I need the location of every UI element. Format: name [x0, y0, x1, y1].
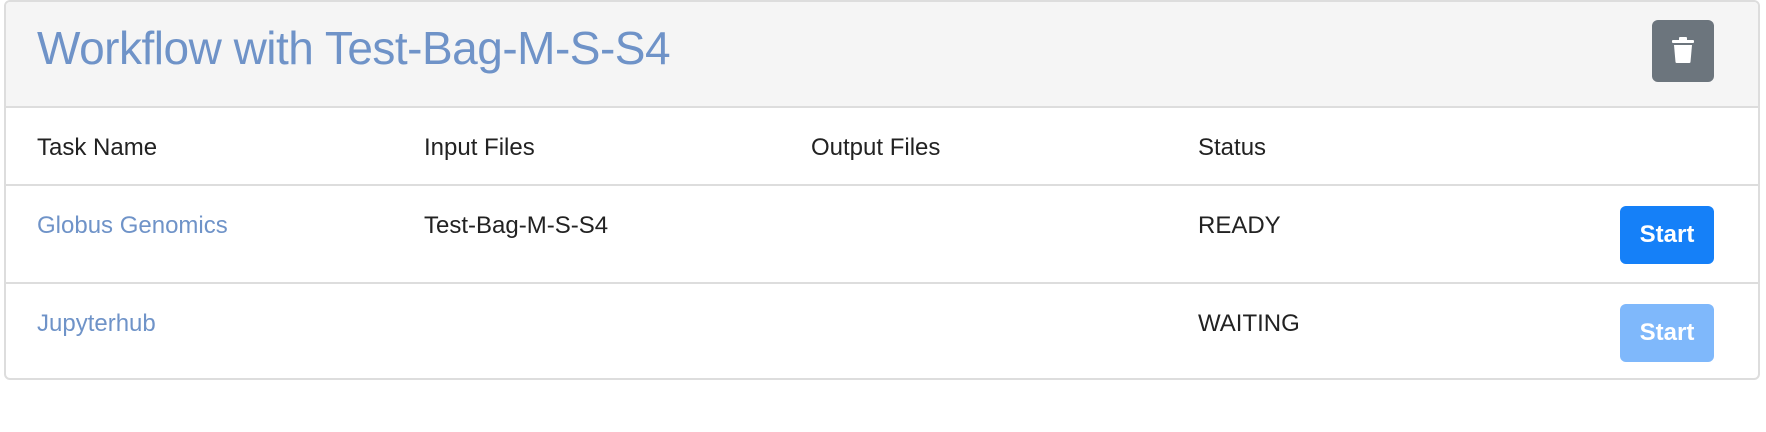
table-row: Globus Genomics Test-Bag-M-S-S4 READY St…: [6, 186, 1758, 284]
task-name-link[interactable]: Jupyterhub: [37, 310, 156, 338]
column-header-task-name: Task Name: [37, 134, 158, 161]
table-row: Jupyterhub WAITING Start: [6, 284, 1758, 378]
input-files-cell: Test-Bag-M-S-S4: [424, 212, 609, 239]
status-cell: WAITING: [1198, 310, 1300, 337]
table-header-row: Task Name Input Files Output Files Statu…: [6, 108, 1758, 186]
status-cell: READY: [1198, 212, 1281, 239]
column-header-output-files: Output Files: [811, 134, 941, 161]
delete-workflow-button[interactable]: [1652, 20, 1714, 82]
workflow-card: Workflow with Test-Bag-M-S-S4 Task Name …: [4, 0, 1760, 380]
column-header-status: Status: [1198, 134, 1267, 161]
task-name-link[interactable]: Globus Genomics: [37, 212, 228, 240]
start-button[interactable]: Start: [1620, 206, 1714, 264]
workflow-card-header: Workflow with Test-Bag-M-S-S4: [6, 2, 1758, 108]
workflow-title: Workflow with Test-Bag-M-S-S4: [37, 22, 671, 74]
column-header-input-files: Input Files: [424, 134, 535, 161]
trash-icon: [1672, 36, 1694, 66]
start-button-disabled[interactable]: Start: [1620, 304, 1714, 362]
